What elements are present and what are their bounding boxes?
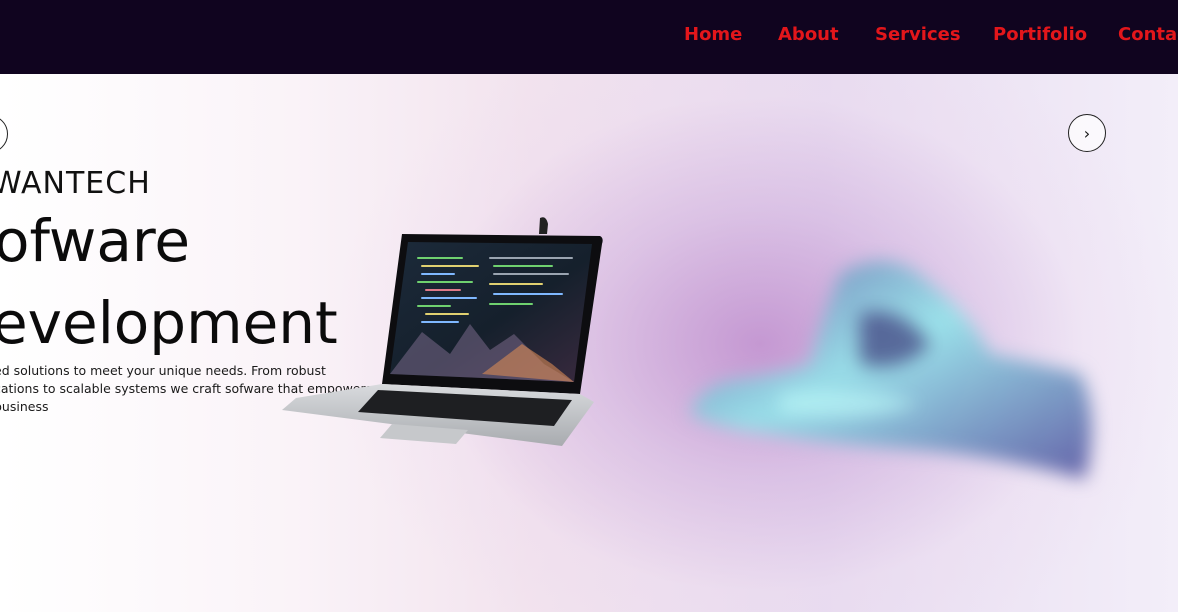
nav-link-services[interactable]: Services	[875, 24, 961, 45]
nav-link-home[interactable]: Home	[684, 24, 742, 45]
next-slide-button[interactable]: ›	[1068, 114, 1106, 152]
page: Home About Services Portifolio Contact ‹…	[0, 0, 1178, 612]
brand-name: WANTECH	[0, 166, 151, 201]
hand-image	[690, 261, 1092, 479]
chevron-right-icon: ›	[1083, 123, 1091, 143]
nav-link-portfolio[interactable]: Portifolio	[993, 24, 1087, 45]
nav-link-about[interactable]: About	[778, 24, 839, 45]
hero-slider: ‹ › WANTECH ofware evelopment ed solutio…	[0, 74, 1178, 612]
laptop-image	[282, 217, 603, 446]
prev-slide-button[interactable]: ‹	[0, 115, 8, 153]
headline-line-1: ofware	[0, 207, 191, 275]
nav-link-contact[interactable]: Contact	[1118, 24, 1178, 45]
navbar: Home About Services Portifolio Contact	[0, 0, 1178, 74]
